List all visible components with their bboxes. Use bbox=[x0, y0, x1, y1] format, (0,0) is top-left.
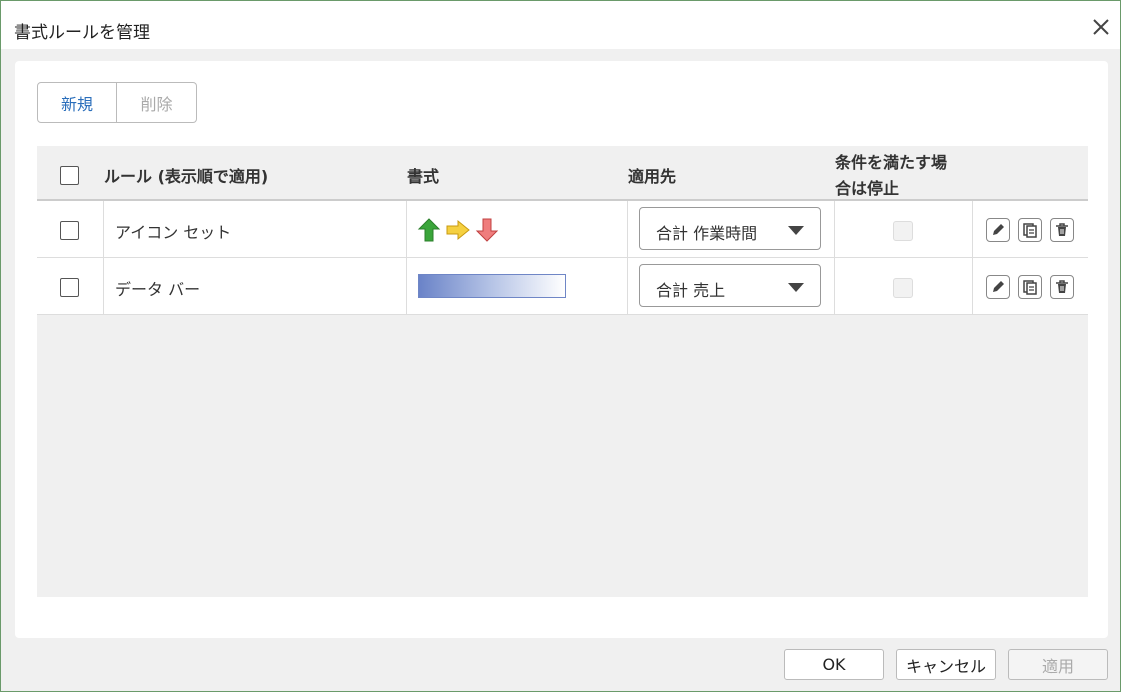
delete-rule-button[interactable]: 削除 bbox=[117, 82, 197, 123]
rules-panel: 新規 削除 ルール (表示順で適用) 書式 適用先 条件を満たす場 合は停止 ア… bbox=[15, 61, 1108, 638]
arrow-up-icon bbox=[417, 218, 441, 242]
pencil-icon bbox=[993, 224, 1004, 235]
rules-grid: ルール (表示順で適用) 書式 適用先 条件を満たす場 合は停止 アイコン セッ… bbox=[37, 146, 1088, 597]
header-applies-to: 適用先 bbox=[628, 167, 677, 186]
rule-name: アイコン セット bbox=[115, 223, 232, 242]
delete-row-button[interactable] bbox=[1050, 218, 1074, 242]
row-select-checkbox[interactable] bbox=[60, 221, 79, 240]
edit-rule-button[interactable] bbox=[986, 275, 1010, 299]
arrow-down-icon bbox=[475, 218, 499, 242]
data-bar-preview bbox=[418, 274, 566, 298]
chevron-down-icon bbox=[788, 226, 804, 235]
rule-name: データ バー bbox=[115, 280, 201, 299]
header-stop-if-true-line2: 合は停止 bbox=[835, 179, 900, 198]
applies-to-value: 合計 作業時間 bbox=[656, 224, 758, 243]
applies-to-value: 合計 売上 bbox=[656, 281, 726, 300]
duplicate-rule-button[interactable] bbox=[1018, 218, 1042, 242]
row-select-checkbox[interactable] bbox=[60, 278, 79, 297]
apply-button[interactable]: 適用 bbox=[1008, 649, 1108, 680]
pencil-icon bbox=[993, 281, 1004, 292]
header-format: 書式 bbox=[407, 167, 440, 186]
column-divider bbox=[972, 258, 973, 314]
delete-row-button[interactable] bbox=[1050, 275, 1074, 299]
header-stop-if-true-line1: 条件を満たす場 bbox=[835, 153, 948, 172]
table-row[interactable]: アイコン セット 合計 作業時間 bbox=[37, 201, 1088, 258]
icon-set-preview bbox=[417, 218, 501, 246]
trash-icon bbox=[1056, 223, 1068, 236]
grid-header: ルール (表示順で適用) 書式 適用先 条件を満たす場 合は停止 bbox=[37, 146, 1088, 201]
header-rule: ルール (表示順で適用) bbox=[104, 167, 269, 186]
copy-icon bbox=[1023, 223, 1037, 238]
column-divider bbox=[103, 201, 104, 257]
arrow-right-icon bbox=[446, 219, 470, 241]
column-divider bbox=[627, 201, 628, 257]
cancel-button[interactable]: キャンセル bbox=[896, 649, 996, 680]
column-divider bbox=[627, 258, 628, 314]
select-all-checkbox[interactable] bbox=[60, 166, 79, 185]
chevron-down-icon bbox=[788, 283, 804, 292]
column-divider bbox=[972, 201, 973, 257]
ok-button[interactable]: OK bbox=[784, 649, 884, 680]
close-icon[interactable] bbox=[1090, 16, 1112, 38]
rule-toolbar: 新規 削除 bbox=[37, 82, 197, 123]
manage-rules-dialog: 書式ルールを管理 新規 削除 ルール (表示順で適用) 書式 適用先 条件を満た… bbox=[0, 0, 1121, 692]
stop-if-true-checkbox[interactable] bbox=[893, 221, 913, 241]
applies-to-dropdown[interactable]: 合計 売上 bbox=[639, 264, 821, 307]
dialog-title: 書式ルールを管理 bbox=[14, 23, 150, 43]
column-divider bbox=[103, 258, 104, 314]
copy-icon bbox=[1023, 280, 1037, 295]
stop-if-true-checkbox[interactable] bbox=[893, 278, 913, 298]
column-divider bbox=[406, 258, 407, 314]
title-bar: 書式ルールを管理 bbox=[1, 1, 1120, 49]
edit-rule-button[interactable] bbox=[986, 218, 1010, 242]
applies-to-dropdown[interactable]: 合計 作業時間 bbox=[639, 207, 821, 250]
duplicate-rule-button[interactable] bbox=[1018, 275, 1042, 299]
new-rule-button[interactable]: 新規 bbox=[37, 82, 117, 123]
column-divider bbox=[834, 201, 835, 257]
column-divider bbox=[834, 258, 835, 314]
column-divider bbox=[406, 201, 407, 257]
table-row[interactable]: データ バー 合計 売上 bbox=[37, 258, 1088, 315]
trash-icon bbox=[1056, 280, 1068, 293]
